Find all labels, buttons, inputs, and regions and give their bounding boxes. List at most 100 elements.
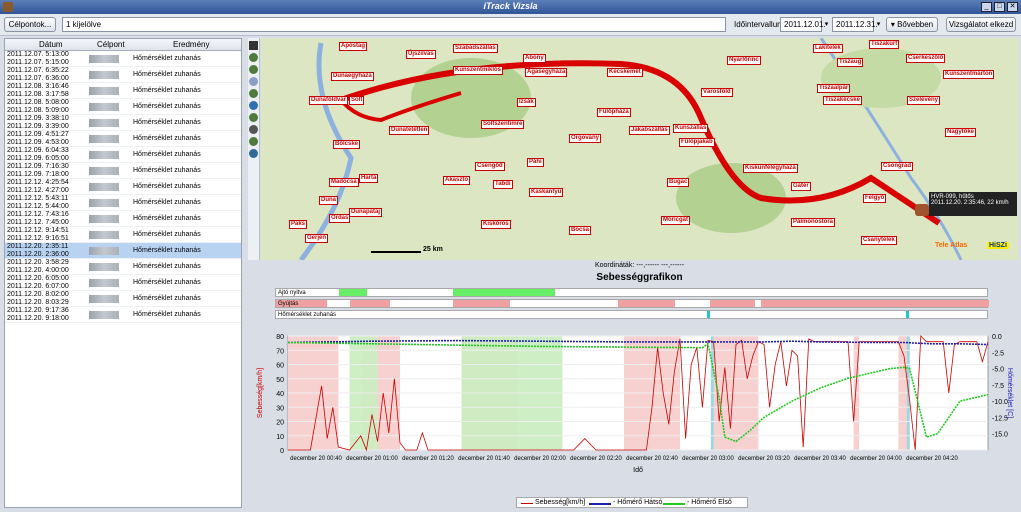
- start-analysis-button[interactable]: Vizsgálatot elkezd: [946, 17, 1016, 32]
- row-result: Hőmérséklet zuhanás: [133, 215, 201, 222]
- row-start-time: 2011.12.09. 6:04:33: [7, 147, 69, 154]
- table-row[interactable]: 2011.12.09. 3:38:10 2011.12.09. 3:39:00 Hő…: [5, 115, 241, 131]
- town-label: Nyárlőrinc: [727, 56, 761, 65]
- more-button[interactable]: ▾ Bővebben: [886, 17, 938, 32]
- selection-field[interactable]: 1 kijelölve: [62, 17, 726, 32]
- row-start-time: 2011.12.09. 4:51:27: [7, 131, 69, 138]
- town-label: Bölcske: [333, 140, 361, 149]
- table-row[interactable]: 2011.12.20. 8:02:00 2011.12.20. 8:03:29 Hő…: [5, 291, 241, 307]
- town-label: Kecskemét: [607, 68, 643, 77]
- table-row[interactable]: 2011.12.09. 7:16:30 2011.12.09. 7:18:00 Hő…: [5, 163, 241, 179]
- measure-icon[interactable]: [249, 125, 258, 134]
- row-end-time: 2011.12.12. 4:27:00: [7, 187, 69, 194]
- y-right-tick-label: -2.5: [992, 350, 1004, 357]
- town-label: Felgyő: [863, 194, 887, 203]
- redacted-target: [89, 215, 119, 223]
- redacted-target: [89, 231, 119, 239]
- door-open-segment: [338, 289, 368, 296]
- column-header-result[interactable]: Eredmény: [173, 40, 209, 49]
- table-row[interactable]: 2011.12.09. 6:04:33 2011.12.09. 6:05:00 Hő…: [5, 147, 241, 163]
- zoom-out-icon[interactable]: [249, 65, 258, 74]
- town-label: Hartá: [359, 174, 379, 183]
- x-tick-label: december 20 01:40: [458, 456, 510, 462]
- column-header-date[interactable]: Dátum: [39, 40, 63, 49]
- x-tick-label: december 20 03:20: [738, 456, 790, 462]
- table-row[interactable]: 2011.12.12. 7:43:16 2011.12.12. 7:45:00 Hő…: [5, 211, 241, 227]
- town-label: Soltszentimre: [481, 120, 525, 129]
- row-start-time: 2011.12.20. 8:02:00: [7, 291, 69, 298]
- globe-icon[interactable]: [249, 89, 258, 98]
- y-left-tick-label: 30: [276, 405, 284, 412]
- pan-icon[interactable]: [249, 41, 258, 50]
- town-label: Móricgát: [661, 216, 691, 225]
- ignition-segment: [709, 300, 756, 307]
- table-row[interactable]: 2011.12.08. 5:08:00 2011.12.08. 5:09:00 Hő…: [5, 99, 241, 115]
- redacted-target: [89, 279, 119, 287]
- date-from-field[interactable]: 2011.12.01.: [780, 17, 826, 32]
- column-header-target[interactable]: Célpont: [97, 40, 125, 49]
- town-label: Bugac: [667, 178, 690, 187]
- town-label: Jakabszállás: [629, 126, 670, 135]
- satellite-icon[interactable]: [249, 101, 258, 110]
- ignition-segment: [760, 300, 989, 307]
- town-label: Ágasegyháza: [525, 68, 568, 77]
- close-button[interactable]: ✕: [1007, 2, 1018, 12]
- row-end-time: 2011.12.12. 7:45:00: [7, 219, 69, 226]
- maximize-button[interactable]: □: [994, 2, 1005, 12]
- town-label: Paks: [289, 220, 308, 229]
- town-label: Tiszakécske: [823, 96, 862, 105]
- row-start-time: 2011.12.12. 4:25:54: [7, 179, 69, 186]
- x-tick-label: december 20 02:00: [514, 456, 566, 462]
- row-result: Hőmérséklet zuhanás: [133, 183, 201, 190]
- row-start-time: 2011.12.20. 9:17:36: [7, 307, 69, 314]
- legend-rear-swatch: [589, 503, 611, 505]
- print-icon[interactable]: [249, 137, 258, 146]
- row-result: Hőmérséklet zuhanás: [133, 199, 201, 206]
- lane-temp-drop: Hőmérséklet zuhanás: [275, 310, 988, 319]
- table-row[interactable]: 2011.12.07. 5:13:00 2011.12.07. 5:15:00 Hő…: [5, 51, 241, 67]
- row-end-time: 2011.12.08. 3:17:58: [7, 91, 69, 98]
- table-row[interactable]: 2011.12.08. 3:16:46 2011.12.08. 3:17:58 Hő…: [5, 83, 241, 99]
- truck-icon[interactable]: [915, 204, 929, 216]
- table-body: 2011.12.07. 5:13:00 2011.12.07. 5:15:00 Hő…: [5, 51, 241, 323]
- layer-icon[interactable]: [249, 77, 258, 86]
- date-to-dropdown-icon[interactable]: ▾: [874, 17, 883, 32]
- row-result: Hőmérséklet zuhanás: [133, 71, 201, 78]
- waypoints-button[interactable]: Célpontok...: [4, 17, 56, 32]
- date-from-dropdown-icon[interactable]: ▾: [822, 17, 831, 32]
- row-end-time: 2011.12.20. 9:18:00: [7, 315, 69, 322]
- y-right-axis-label: Hőmérséklet [C]: [1006, 368, 1013, 418]
- row-start-time: 2011.12.12. 7:43:16: [7, 211, 69, 218]
- redacted-target: [89, 295, 119, 303]
- row-start-time: 2011.12.07. 5:13:00: [7, 51, 69, 58]
- table-row[interactable]: 2011.12.20. 9:17:36 2011.12.20. 9:18:00 Hő…: [5, 307, 241, 323]
- x-tick-label: december 20 02:40: [626, 456, 678, 462]
- date-to-field[interactable]: 2011.12.31.: [832, 17, 878, 32]
- scale-label: 25 km: [423, 246, 443, 253]
- table-row[interactable]: 2011.12.12. 5:43:11 2011.12.12. 5:44:00 Hő…: [5, 195, 241, 211]
- map-view[interactable]: Apostag Újszilvás Szabadszállás Kunszentmik…: [261, 38, 1018, 260]
- table-row[interactable]: 2011.12.20. 2:35:11 2011.12.20. 2:36:00 Hő…: [5, 243, 241, 259]
- row-start-time: 2011.12.20. 2:35:11: [7, 243, 69, 250]
- table-row[interactable]: 2011.12.20. 3:58:29 2011.12.20. 4:00:00 Hő…: [5, 259, 241, 275]
- table-row[interactable]: 2011.12.09. 4:51:27 2011.12.09. 4:53:00 Hő…: [5, 131, 241, 147]
- coordinates-value: ---,------ ---,------: [636, 262, 685, 269]
- town-label: Szabadszállás: [453, 44, 498, 53]
- table-row[interactable]: 2011.12.07. 6:35:22 2011.12.07. 6:36:00 Hő…: [5, 67, 241, 83]
- y-right-tick-label: -7.5: [992, 383, 1004, 390]
- row-start-time: 2011.12.09. 3:38:10: [7, 115, 69, 122]
- row-result: Hőmérséklet zuhanás: [133, 247, 201, 254]
- title-bar: iTrack Vizsla _ □ ✕: [0, 0, 1021, 14]
- redacted-target: [89, 119, 119, 127]
- lane-label-ignition: Gyújtás: [278, 301, 299, 307]
- redacted-target: [89, 87, 119, 95]
- town-label: Lakitelek: [813, 44, 843, 53]
- town-label: Dunapataj: [349, 208, 383, 217]
- minimize-button[interactable]: _: [981, 2, 992, 12]
- table-row[interactable]: 2011.12.12. 9:14:51 2011.12.12. 9:16:51 Hő…: [5, 227, 241, 243]
- terrain-icon[interactable]: [249, 113, 258, 122]
- table-row[interactable]: 2011.12.12. 4:25:54 2011.12.12. 4:27:00 Hő…: [5, 179, 241, 195]
- zoom-in-icon[interactable]: [249, 53, 258, 62]
- earth-icon[interactable]: [249, 149, 258, 158]
- table-row[interactable]: 2011.12.20. 6:05:00 2011.12.20. 6:07:00 Hő…: [5, 275, 241, 291]
